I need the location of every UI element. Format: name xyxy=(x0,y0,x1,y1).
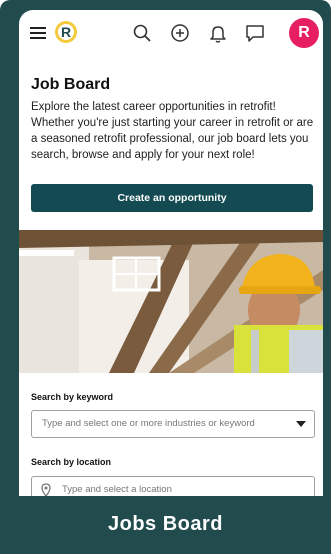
logo-letter: R xyxy=(58,24,74,40)
app-screen: R R Job Board Explore the latest career … xyxy=(19,10,323,500)
keyword-label: Search by keyword xyxy=(31,392,114,402)
search-icon[interactable] xyxy=(131,22,153,44)
top-bar: R R xyxy=(19,10,323,56)
hero-image xyxy=(19,230,323,373)
footer-banner: Jobs Board xyxy=(0,496,331,554)
chevron-down-icon[interactable] xyxy=(296,421,306,427)
footer-title: Jobs Board xyxy=(107,513,224,535)
bell-icon[interactable] xyxy=(207,22,229,44)
keyword-select[interactable]: Type and select one or more industries o… xyxy=(31,410,315,438)
app-logo[interactable]: R xyxy=(55,21,77,43)
create-opportunity-button[interactable]: Create an opportunity xyxy=(31,184,313,212)
menu-icon[interactable] xyxy=(27,22,49,44)
location-label: Search by location xyxy=(31,457,112,467)
page-title: Job Board xyxy=(31,76,111,93)
page-description: Explore the latest career opportunities … xyxy=(31,101,314,161)
chat-icon[interactable] xyxy=(244,22,266,44)
user-avatar[interactable]: R xyxy=(289,18,319,48)
device-frame: R R Job Board Explore the latest career … xyxy=(0,0,331,554)
add-circle-icon[interactable] xyxy=(169,22,191,44)
keyword-placeholder: Type and select one or more industries o… xyxy=(42,418,255,429)
